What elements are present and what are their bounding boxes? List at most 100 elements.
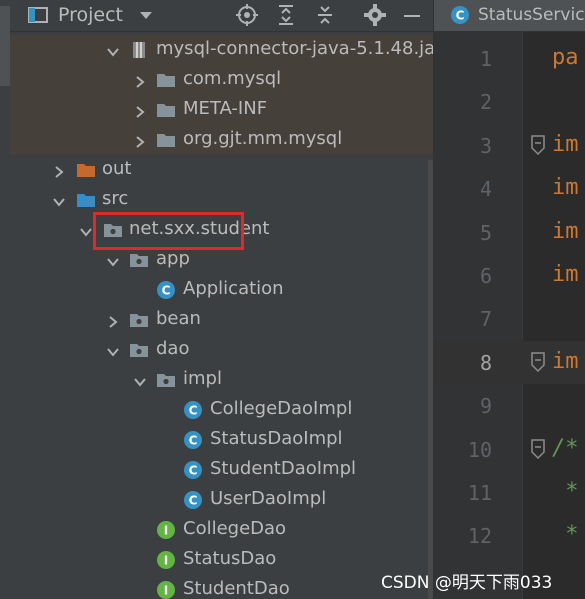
tab-status-service[interactable]: C StatusService [434, 0, 585, 31]
dropdown-icon[interactable] [134, 3, 158, 27]
code-line[interactable]: 10 /* [434, 428, 585, 471]
fold-icon[interactable] [530, 351, 546, 373]
editor-tab-bar: C StatusService [434, 0, 585, 32]
tree-row-studentdao[interactable]: I StudentDao [10, 575, 433, 599]
locate-icon[interactable] [235, 3, 259, 27]
line-number: 9 [479, 394, 492, 418]
project-title[interactable]: Project [58, 4, 123, 26]
project-side-tab[interactable] [0, 6, 10, 86]
class-icon: C [183, 490, 203, 510]
tree-row-out[interactable]: out [10, 155, 433, 185]
gear-icon[interactable] [363, 3, 387, 27]
code-line[interactable]: 8 im [434, 341, 585, 384]
chevron-down-icon[interactable] [107, 253, 119, 267]
package-icon [129, 310, 149, 330]
chevron-down-icon[interactable] [134, 373, 146, 387]
svg-text:I: I [164, 524, 168, 538]
tree-item-label: dao [156, 338, 190, 359]
line-number: 8 [479, 351, 492, 375]
tree-item-label: app [156, 248, 190, 269]
code-text: im [552, 219, 579, 244]
fold-icon[interactable] [530, 134, 546, 156]
tree-row-collegedaoimpl[interactable]: C CollegeDaoImpl [10, 395, 433, 425]
chevron-right-icon[interactable] [134, 103, 146, 118]
code-line[interactable]: 3 im [434, 124, 585, 167]
minimize-icon[interactable] [400, 3, 424, 27]
line-number: 7 [479, 307, 492, 331]
tree-item-label: StudentDaoImpl [210, 458, 357, 479]
tree-row-collegedao[interactable]: I CollegeDao [10, 515, 433, 545]
code-text: im [552, 132, 579, 157]
tree-item-label: bean [156, 308, 201, 329]
tree-item-label: StatusDao [183, 548, 277, 569]
svg-text:C: C [189, 404, 198, 418]
tree-row-studentdaoimpl[interactable]: C StudentDaoImpl [10, 455, 433, 485]
code-line[interactable]: 1 pa [434, 37, 585, 80]
chevron-right-icon[interactable] [134, 73, 146, 88]
collapse-all-icon[interactable] [313, 3, 337, 27]
tree-item-label: com.mysql [183, 68, 282, 89]
tree-row-application[interactable]: C Application [10, 275, 433, 305]
tree-row-statusdao[interactable]: I StatusDao [10, 545, 433, 575]
tree-row-app[interactable]: app [10, 245, 433, 275]
line-number: 2 [479, 90, 492, 114]
chevron-right-icon[interactable] [53, 163, 65, 178]
tree-item-label: out [102, 158, 132, 179]
code-text: im [552, 175, 579, 200]
interface-icon: I [156, 550, 176, 570]
code-line[interactable]: 12 * [434, 514, 585, 557]
line-number: 5 [479, 221, 492, 245]
package-icon [129, 250, 149, 270]
code-line[interactable]: 7 [434, 297, 585, 340]
tree-row-net-sxx-student[interactable]: net.sxx.student [10, 215, 433, 245]
tree-item-label: StatusDaoImpl [210, 428, 343, 449]
expand-all-icon[interactable] [274, 3, 298, 27]
folder-icon [156, 100, 176, 120]
line-number: 10 [467, 438, 492, 462]
svg-text:C: C [189, 494, 198, 508]
tree-row-mysql-connector-java-5-1-48-jar[interactable]: mysql-connector-java-5.1.48.jar [10, 35, 433, 65]
svg-text:C: C [189, 434, 198, 448]
project-panel: Project mysql-connector-java-5.1.48.jar c… [10, 0, 433, 599]
code-line[interactable]: 4 im [434, 167, 585, 210]
class-icon: C [183, 430, 203, 450]
class-icon: C [156, 280, 176, 300]
tree-item-label: impl [183, 368, 222, 389]
tab-label: StatusService [478, 5, 585, 25]
code-line[interactable]: 6 im [434, 254, 585, 297]
code-text: * [552, 522, 579, 547]
tree-row-dao[interactable]: dao [10, 335, 433, 365]
code-line[interactable]: 5 im [434, 211, 585, 254]
chevron-down-icon[interactable] [80, 223, 92, 237]
tree-row-meta-inf[interactable]: META-INF [10, 95, 433, 125]
tree-item-label: src [102, 188, 129, 209]
tree-item-label: UserDaoImpl [210, 488, 327, 509]
project-toolbar: Project [10, 0, 433, 32]
interface-icon: I [156, 520, 176, 540]
package-icon [103, 220, 123, 240]
tree-row-statusdaoimpl[interactable]: C StatusDaoImpl [10, 425, 433, 455]
tree-item-label: CollegeDaoImpl [210, 398, 353, 419]
tree-item-label: META-INF [183, 98, 268, 119]
chevron-down-icon[interactable] [53, 193, 65, 207]
code-line[interactable]: 2 [434, 80, 585, 123]
chevron-right-icon[interactable] [107, 313, 119, 328]
code-line[interactable]: 11 * [434, 471, 585, 514]
tree-row-impl[interactable]: impl [10, 365, 433, 395]
tree-row-org-gjt-mm-mysql[interactable]: org.gjt.mm.mysql [10, 125, 433, 155]
code-line[interactable]: 9 [434, 384, 585, 427]
tree-row-src[interactable]: src [10, 185, 433, 215]
tree-row-bean[interactable]: bean [10, 305, 433, 335]
tree-item-label: mysql-connector-java-5.1.48.jar [156, 38, 433, 59]
tree-row-com-mysql[interactable]: com.mysql [10, 65, 433, 95]
tree-item-label: StudentDao [183, 578, 290, 599]
chevron-right-icon[interactable] [134, 133, 146, 148]
chevron-down-icon[interactable] [107, 43, 119, 57]
interface-icon: I [156, 580, 176, 599]
fold-icon[interactable] [530, 438, 546, 460]
chevron-down-icon[interactable] [107, 343, 119, 357]
code-text: im [552, 349, 579, 374]
svg-text:C: C [456, 9, 465, 23]
project-view-icon[interactable] [26, 3, 50, 27]
tree-row-userdaoimpl[interactable]: C UserDaoImpl [10, 485, 433, 515]
